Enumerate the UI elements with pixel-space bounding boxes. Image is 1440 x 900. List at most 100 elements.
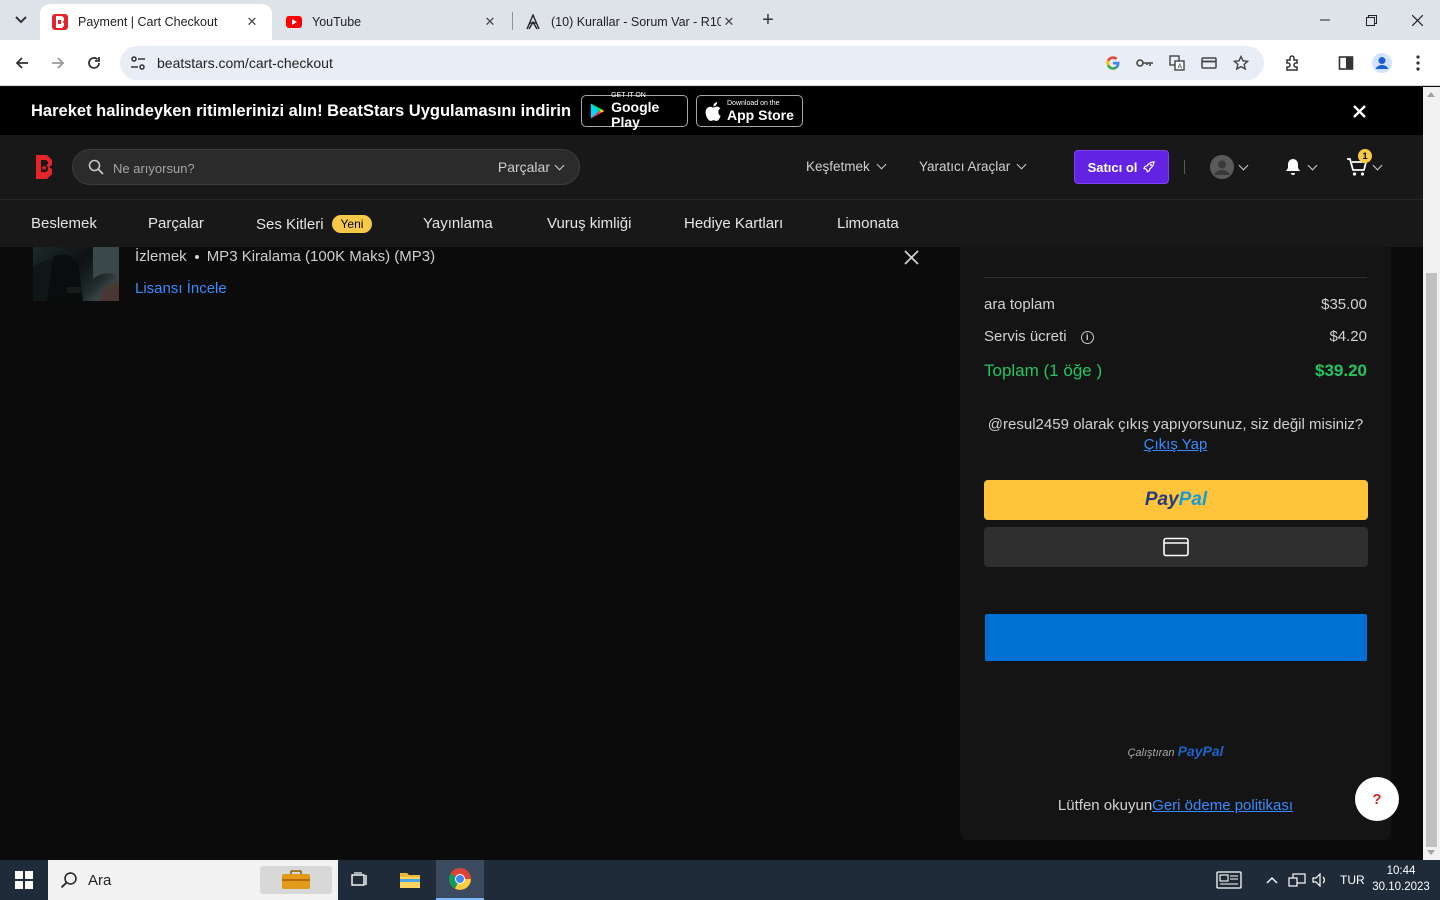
new-tab-button[interactable]: + bbox=[756, 8, 780, 32]
subnav-beat-id[interactable]: Vuruş kimliği bbox=[547, 215, 631, 232]
bookmark-star-icon[interactable] bbox=[1232, 54, 1250, 72]
account-menu-chevron[interactable] bbox=[1238, 155, 1249, 179]
folder-icon bbox=[400, 873, 420, 888]
user-avatar[interactable] bbox=[1210, 155, 1234, 179]
logged-in-notice: @resul2459 olarak çıkış yapıyorsunuz, si… bbox=[984, 415, 1367, 455]
tab-youtube[interactable]: YouTube ✕ bbox=[274, 4, 510, 40]
reload-button[interactable] bbox=[82, 51, 106, 75]
tab-search-button[interactable] bbox=[8, 7, 34, 33]
total-label: Toplam (1 öğe ) bbox=[984, 361, 1103, 380]
file-explorer-button[interactable] bbox=[386, 860, 434, 900]
network-icon[interactable] bbox=[1288, 860, 1306, 900]
remove-item-icon[interactable] bbox=[901, 247, 921, 267]
card-payment-button[interactable] bbox=[984, 527, 1368, 567]
search-scope-dropdown[interactable]: Parçalar bbox=[498, 159, 565, 175]
tab-title: Payment | Cart Checkout bbox=[78, 15, 218, 29]
refund-policy-link[interactable]: Geri ödeme politikası bbox=[1152, 797, 1293, 814]
service-fee-row: Servis ücreti i $4.20 bbox=[984, 328, 1367, 345]
total-row: Toplam (1 öğe ) $39.20 bbox=[984, 361, 1367, 381]
search-input[interactable] bbox=[113, 158, 413, 178]
forward-button[interactable] bbox=[46, 51, 70, 75]
subnav-gift-cards[interactable]: Hediye Kartları bbox=[684, 215, 783, 232]
chrome-menu-icon[interactable] bbox=[1406, 51, 1430, 75]
tab-r10[interactable]: (10) Kurallar - Sorum Var - R10. ✕ bbox=[513, 4, 749, 40]
minimize-button[interactable] bbox=[1302, 0, 1348, 40]
taskbar-search-label: Ara bbox=[88, 871, 112, 889]
explore-dropdown[interactable]: Keşfetmek bbox=[806, 159, 887, 174]
subnav-tracks[interactable]: Parçalar bbox=[148, 215, 204, 232]
help-button[interactable]: ? bbox=[1355, 777, 1399, 821]
scrollbar-thumb[interactable] bbox=[1426, 273, 1437, 847]
promo-text: Hareket halindeyken ritimlerinizi alın! … bbox=[31, 102, 572, 120]
close-promo-icon[interactable] bbox=[1349, 101, 1369, 121]
translate-icon[interactable]: A bbox=[1168, 54, 1186, 72]
google-icon[interactable] bbox=[1104, 54, 1122, 72]
become-seller-button[interactable]: Satıcı ol bbox=[1074, 150, 1169, 184]
browser-toolbar: beatstars.com/cart-checkout A bbox=[0, 40, 1440, 86]
subnav-feed[interactable]: Beslemek bbox=[31, 215, 97, 232]
page-scrollbar[interactable] bbox=[1423, 87, 1440, 860]
chevron-down-icon bbox=[1372, 160, 1383, 170]
info-icon[interactable]: i bbox=[1080, 330, 1094, 344]
subnav-sound-kits-label: Ses Kitleri bbox=[256, 215, 324, 233]
beatstars-logo[interactable] bbox=[34, 154, 54, 180]
tab-payment[interactable]: Payment | Cart Checkout ✕ bbox=[40, 4, 272, 40]
notifications-button[interactable] bbox=[1283, 155, 1318, 179]
site-header: Parçalar Keşfetmek Yaratıcı Araçlar Satı… bbox=[0, 135, 1423, 199]
apple-icon bbox=[705, 101, 721, 121]
close-tab-icon[interactable]: ✕ bbox=[721, 14, 737, 30]
task-view-button[interactable] bbox=[336, 860, 384, 900]
tab-title: YouTube bbox=[312, 15, 362, 29]
google-play-icon bbox=[590, 103, 605, 119]
subtotal-label: ara toplam bbox=[984, 296, 1055, 313]
order-summary-panel: ara toplam $35.00 Servis ücreti i $4.20 … bbox=[960, 247, 1391, 840]
site-info-icon[interactable] bbox=[128, 53, 148, 73]
sub-navigation: Beslemek Parçalar Ses Kitleri Yeni Yayın… bbox=[0, 199, 1423, 247]
separator-dot bbox=[194, 254, 199, 259]
close-tab-icon[interactable]: ✕ bbox=[482, 14, 498, 30]
subtotal-value: $35.00 bbox=[1321, 296, 1367, 313]
checkout-button[interactable] bbox=[985, 614, 1367, 661]
scroll-up-arrow[interactable] bbox=[1427, 92, 1435, 97]
tab-title: (10) Kurallar - Sorum Var - R10. bbox=[551, 15, 721, 29]
paypal-button[interactable]: PayPal bbox=[984, 480, 1368, 520]
profile-icon[interactable] bbox=[1370, 51, 1394, 75]
app-promo-banner: Hareket halindeyken ritimlerinizi alın! … bbox=[0, 87, 1423, 135]
tray-chevron-up-icon[interactable] bbox=[1266, 860, 1278, 900]
logout-link[interactable]: Çıkış Yap bbox=[1144, 436, 1208, 453]
review-license-link[interactable]: Lisansı İncele bbox=[135, 280, 227, 297]
start-button[interactable] bbox=[0, 860, 48, 900]
close-window-button[interactable] bbox=[1394, 0, 1440, 40]
chrome-taskbar-button[interactable] bbox=[436, 860, 484, 900]
address-bar[interactable]: beatstars.com/cart-checkout A bbox=[120, 46, 1264, 80]
creator-tools-dropdown[interactable]: Yaratıcı Araçlar bbox=[919, 159, 1027, 174]
subnav-lemonade[interactable]: Limonata bbox=[837, 215, 899, 232]
news-widget-icon[interactable] bbox=[1216, 860, 1242, 900]
windows-taskbar: Ara TUR 10:44 30.10.2023 bbox=[0, 860, 1440, 900]
close-tab-icon[interactable]: ✕ bbox=[244, 14, 260, 30]
search-bar[interactable]: Parçalar bbox=[72, 149, 580, 185]
system-clock[interactable]: 10:44 30.10.2023 bbox=[1366, 863, 1436, 895]
google-play-badge[interactable]: GET IT ON Google Play bbox=[581, 92, 688, 130]
summary-divider bbox=[984, 277, 1367, 278]
track-artwork[interactable] bbox=[33, 247, 119, 301]
cart-count-badge: 1 bbox=[1358, 149, 1372, 163]
restore-button[interactable] bbox=[1348, 0, 1394, 40]
chevron-down-icon bbox=[554, 160, 565, 170]
volume-icon[interactable] bbox=[1312, 860, 1328, 900]
subnav-publishing[interactable]: Yayınlama bbox=[423, 215, 493, 232]
card-icon[interactable] bbox=[1200, 54, 1218, 72]
creator-tools-label: Yaratıcı Araçlar bbox=[919, 159, 1011, 174]
password-key-icon[interactable] bbox=[1136, 54, 1154, 72]
briefcase-icon[interactable] bbox=[260, 866, 332, 894]
clock-time: 10:44 bbox=[1386, 865, 1416, 877]
scroll-down-arrow[interactable] bbox=[1427, 850, 1435, 855]
taskbar-search[interactable]: Ara bbox=[48, 860, 338, 900]
app-store-badge[interactable]: Download on the App Store bbox=[696, 95, 803, 127]
back-button[interactable] bbox=[10, 51, 34, 75]
subnav-sound-kits[interactable]: Ses Kitleri Yeni bbox=[256, 215, 373, 233]
extensions-icon[interactable] bbox=[1281, 51, 1305, 75]
language-indicator[interactable]: TUR bbox=[1340, 860, 1365, 900]
chevron-down-icon bbox=[876, 159, 887, 170]
side-panel-icon[interactable] bbox=[1334, 51, 1358, 75]
